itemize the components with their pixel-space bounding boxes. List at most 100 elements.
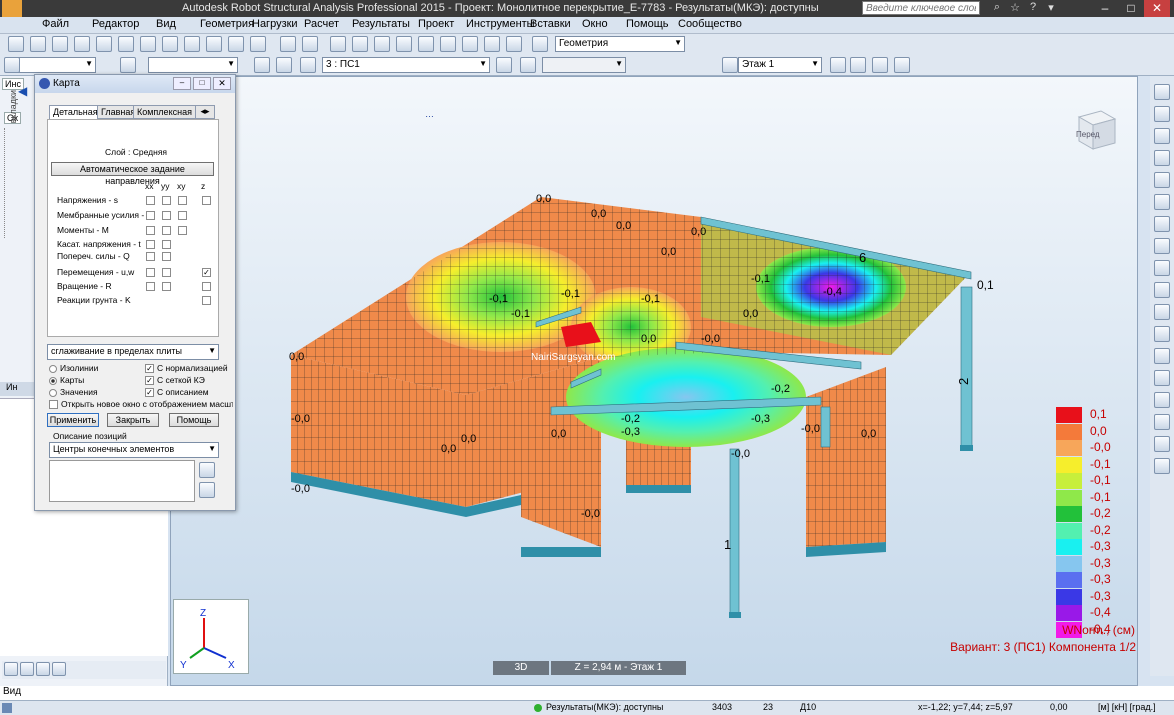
load-icon[interactable] [1154, 304, 1170, 320]
description-textarea[interactable] [49, 460, 195, 502]
node-icon[interactable] [1154, 106, 1170, 122]
view-cube[interactable]: Перед [1071, 105, 1119, 151]
copy-icon[interactable] [184, 36, 200, 52]
row-check-3-1[interactable] [146, 226, 155, 235]
layout-select[interactable]: Геометрия ▼ [555, 36, 685, 52]
row-check-6-2[interactable] [162, 268, 171, 277]
chart-icon[interactable] [496, 57, 512, 73]
find-icon[interactable] [374, 36, 390, 52]
list-icon[interactable] [520, 57, 536, 73]
tab-3d[interactable]: 3D [493, 661, 549, 675]
copy-icon[interactable] [894, 57, 910, 73]
menu-3[interactable]: Вид [156, 18, 176, 30]
grid-icon[interactable] [462, 36, 478, 52]
check-normalization[interactable]: ✓ С нормализацией [145, 363, 228, 374]
row-check-3-3[interactable] [178, 226, 187, 235]
row-check-1-4[interactable] [202, 196, 211, 205]
menu-1[interactable]: Файл [42, 18, 69, 30]
row-check-1-3[interactable] [178, 196, 187, 205]
grid-icon[interactable] [1154, 436, 1170, 452]
binoculars-icon[interactable]: ⌕ [990, 1, 1004, 15]
support-icon[interactable] [1154, 282, 1170, 298]
maximize-button[interactable]: □ [1118, 0, 1144, 17]
row-check-2-2[interactable] [162, 211, 171, 220]
arrows-icon[interactable] [418, 36, 434, 52]
story-select[interactable]: Этаж 1 ▼ [738, 57, 822, 73]
dialog-titlebar[interactable]: Карта – □ ✕ [35, 75, 235, 93]
release-icon[interactable] [1154, 260, 1170, 276]
menu-4[interactable]: Геометрия [200, 18, 254, 30]
redo-icon[interactable] [250, 36, 266, 52]
row-check-6-1[interactable] [146, 268, 155, 277]
help-button[interactable]: Помощь [169, 413, 219, 427]
dialog-minimize-button[interactable]: – [173, 77, 191, 90]
square-icon[interactable] [300, 57, 316, 73]
save-icon[interactable] [52, 36, 68, 52]
row-check-4-2[interactable] [162, 240, 171, 249]
menu-9[interactable]: Инструменты [466, 18, 535, 30]
check-description[interactable]: ✓ С описанием [145, 387, 209, 398]
menu-8[interactable]: Проект [418, 18, 454, 30]
down-icon[interactable] [850, 57, 866, 73]
table-icon[interactable] [1154, 348, 1170, 364]
load-case-select[interactable]: 3 : ПС1 ▼ [322, 57, 490, 73]
menu-6[interactable]: Расчет [304, 18, 339, 30]
help-icon[interactable]: ? [1026, 1, 1040, 15]
tab-scroll-left[interactable]: ◂▸ [195, 105, 215, 119]
position-select[interactable]: Центры конечных элементов ▼ [49, 442, 219, 458]
model-3d-viewport[interactable]: 0,0 0,0 0,0 0,0 0,0 0,0 -0,1 -0,1 -0,1 -0,1 -0,2 -0… [170, 76, 1138, 686]
results-icon[interactable] [1154, 392, 1170, 408]
paste-icon[interactable] [206, 36, 222, 52]
row-check-5-2[interactable] [162, 252, 171, 261]
row-check-4-1[interactable] [146, 240, 155, 249]
auto-direction-button[interactable]: Автоматическое задание направления [51, 162, 214, 186]
radio-maps[interactable]: Карты [49, 375, 84, 385]
flag-icon[interactable] [20, 662, 34, 676]
load-icon[interactable] [484, 36, 500, 52]
book-icon[interactable] [96, 36, 112, 52]
calculator-icon[interactable] [280, 36, 296, 52]
radio-values[interactable]: Значения [49, 387, 98, 397]
chart-icon[interactable] [1154, 458, 1170, 474]
apply-button[interactable]: Применить [47, 413, 99, 427]
row-check-7-2[interactable] [162, 282, 171, 291]
menu-10[interactable]: Вставки [530, 18, 571, 30]
status-icon[interactable] [2, 703, 12, 713]
command-line[interactable]: Вид [0, 686, 1174, 700]
settings-icon[interactable] [396, 36, 412, 52]
dialog-maximize-button[interactable]: □ [193, 77, 211, 90]
beam-icon[interactable] [1154, 150, 1170, 166]
vertical-tabs-label[interactable]: вкладки [8, 90, 18, 123]
component-select[interactable]: ▼ [542, 57, 626, 73]
check-new-window[interactable]: Открыть новое окно с отображением масшта… [49, 399, 233, 410]
delete-icon[interactable] [162, 36, 178, 52]
row-check-3-2[interactable] [162, 226, 171, 235]
table-icon[interactable] [302, 36, 318, 52]
object-tree[interactable] [4, 128, 24, 238]
selection-combo-2[interactable]: ▼ [148, 57, 238, 73]
dialog-close-button[interactable]: ✕ [213, 77, 231, 90]
print-preview-icon[interactable] [118, 36, 134, 52]
print-icon[interactable] [74, 36, 90, 52]
up-icon[interactable] [830, 57, 846, 73]
chevron-down-icon[interactable]: ▾ [1044, 1, 1058, 15]
layers-icon[interactable] [276, 57, 292, 73]
select-cursor-icon[interactable] [4, 57, 20, 73]
trash-icon[interactable] [36, 662, 50, 676]
close-button[interactable]: ✕ [1144, 0, 1170, 17]
undo-icon[interactable] [228, 36, 244, 52]
house-icon[interactable] [254, 57, 270, 73]
tab-detailed[interactable]: Детальная [49, 105, 102, 119]
row-check-7-4[interactable] [202, 282, 211, 291]
mesh-icon[interactable] [1154, 326, 1170, 342]
compare-icon[interactable] [872, 57, 888, 73]
row-check-6-4[interactable]: ✓ [202, 268, 211, 277]
row-check-7-1[interactable] [146, 282, 155, 291]
smoothing-select[interactable]: сглаживание в пределах плиты ▼ [47, 344, 219, 360]
row-check-1-2[interactable] [162, 196, 171, 205]
row-check-2-1[interactable] [146, 211, 155, 220]
lock-icon[interactable] [330, 36, 346, 52]
pencil-icon[interactable] [440, 36, 456, 52]
menu-icon[interactable] [1154, 84, 1170, 100]
shell-icon[interactable] [1154, 194, 1170, 210]
